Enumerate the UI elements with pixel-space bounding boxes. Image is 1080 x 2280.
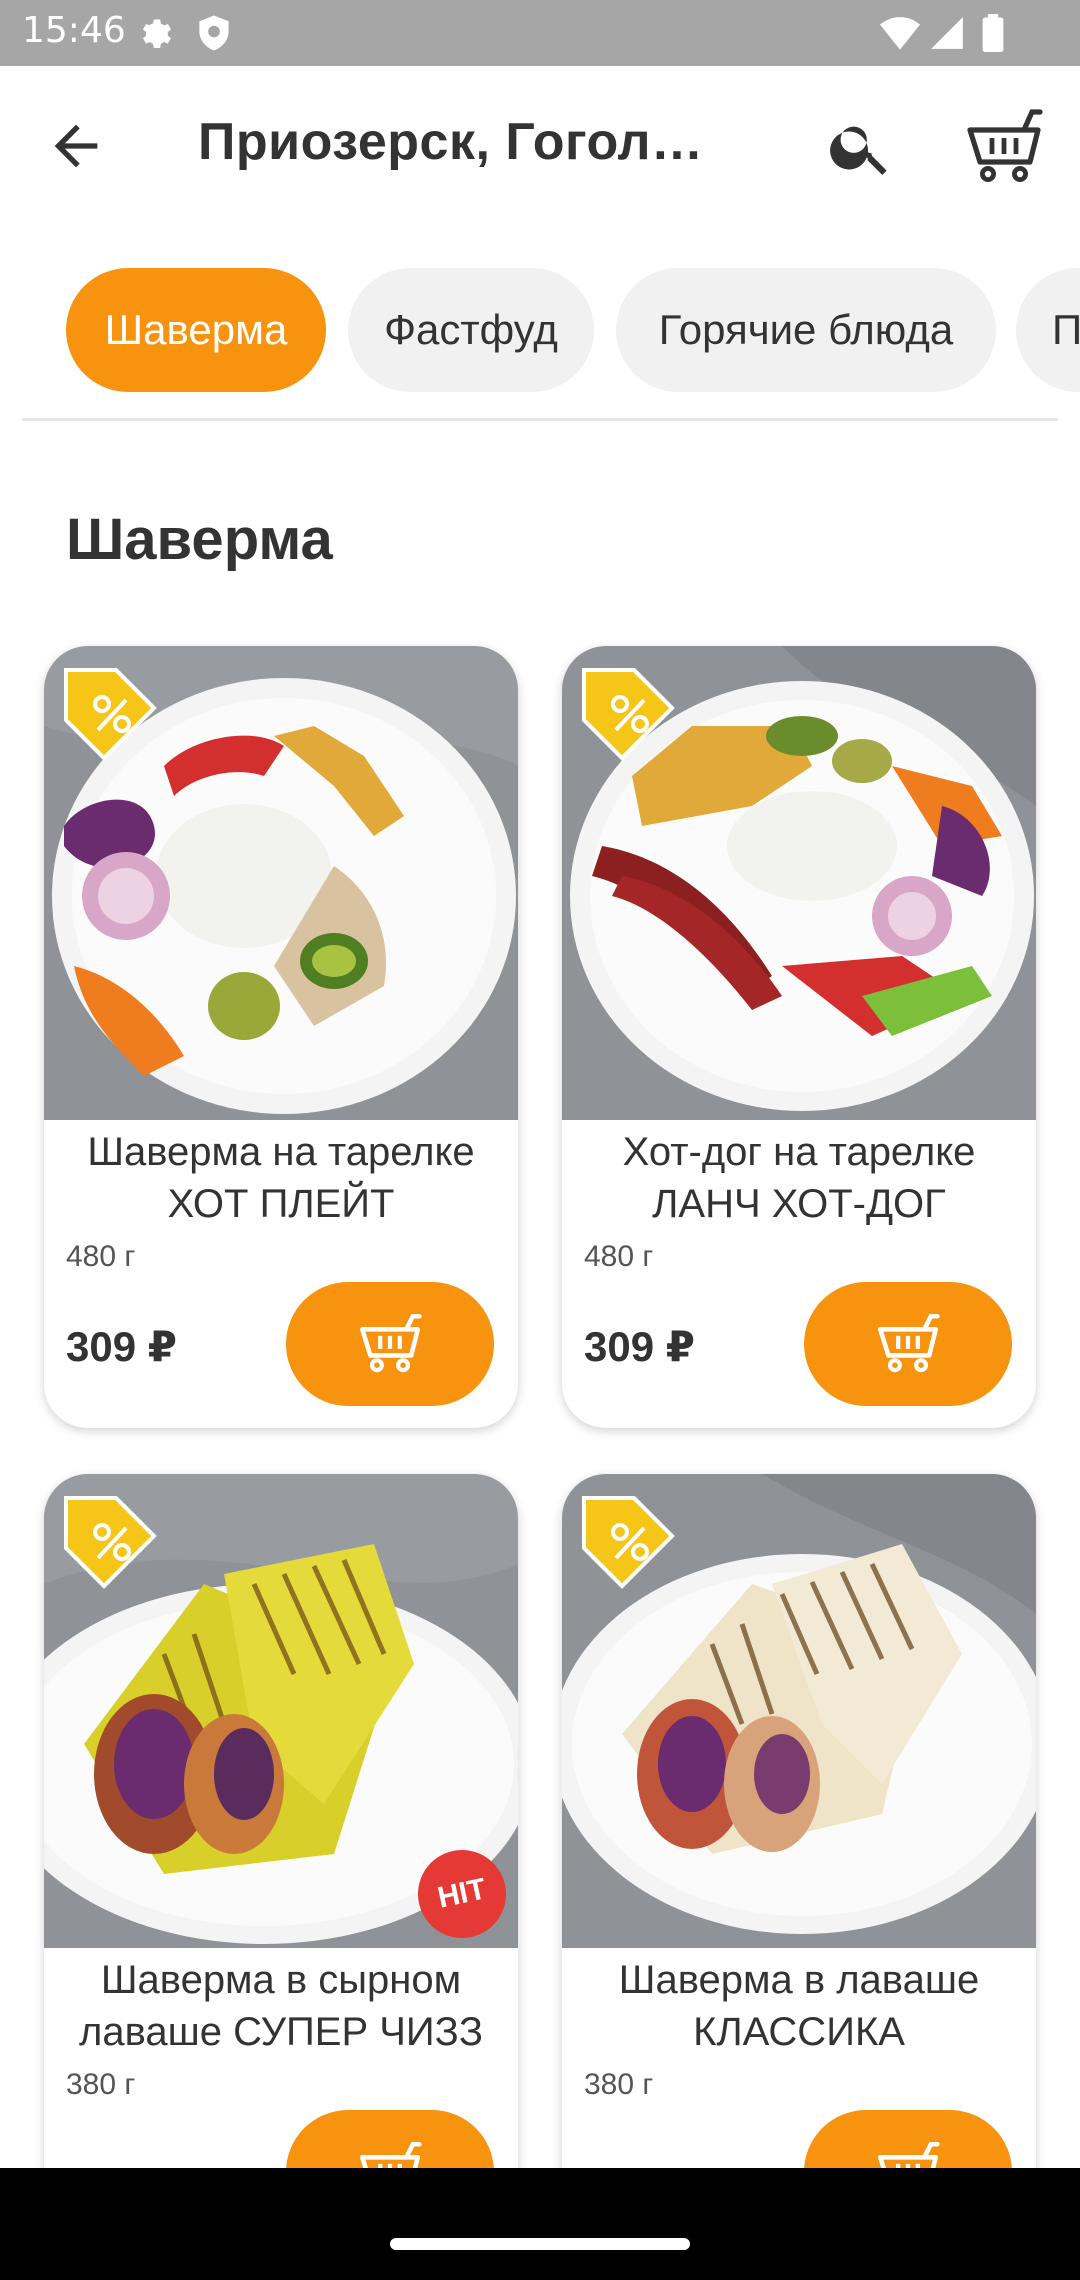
discount-tag-icon <box>64 1496 157 1589</box>
product-card[interactable]: Шаверма в лаваше КЛАССИКА 380 г <box>562 1474 1036 2168</box>
product-card[interactable]: Хот-дог на тарелке ЛАНЧ ХОТ-ДОГ 480 г 30… <box>562 646 1036 1428</box>
section-title: Шаверма <box>66 507 333 572</box>
add-to-cart-button[interactable] <box>804 2110 1012 2168</box>
add-to-cart-button[interactable] <box>286 1282 494 1406</box>
gear-icon <box>142 19 172 49</box>
status-bar: 15:46 <box>0 0 1080 66</box>
battery-icon <box>982 14 1004 52</box>
cart-icon <box>359 2141 422 2168</box>
product-name: Хот-дог на тарелке ЛАНЧ ХОТ-ДОГ <box>622 1130 976 1226</box>
status-time: 15:46 <box>22 10 126 51</box>
home-gesture-handle[interactable] <box>390 2238 690 2250</box>
discount-tag-icon <box>64 668 157 761</box>
tab-hot-dishes[interactable]: Горячие блюда <box>616 268 996 392</box>
add-to-cart-button[interactable] <box>286 2110 494 2168</box>
product-weight: 380 г <box>584 2068 654 2101</box>
product-weight: 480 г <box>66 1240 136 1273</box>
system-nav-bar <box>0 2168 1080 2280</box>
tabs-divider <box>22 418 1058 421</box>
cart-icon[interactable] <box>964 106 1044 186</box>
search-icon[interactable] <box>826 112 896 182</box>
product-name: Шаверма в лаваше КЛАССИКА <box>618 1958 980 2054</box>
category-tabs: Шаверма Фастфуд Горячие блюда П <box>0 268 1080 392</box>
wifi-icon <box>880 17 920 50</box>
cart-icon <box>877 1313 940 1373</box>
discount-tag-icon <box>582 1496 675 1589</box>
product-weight: 480 г <box>584 1240 654 1273</box>
product-weight: 380 г <box>66 2068 136 2101</box>
signal-icon <box>931 17 963 49</box>
tab-shaverma[interactable]: Шаверма <box>66 268 326 392</box>
app-bar: Приозерск, Гогол… <box>0 66 1080 226</box>
product-price: 309 ₽ <box>66 1323 177 1370</box>
product-card[interactable]: Шаверма на тарелке ХОТ ПЛЕЙТ 480 г 309 ₽ <box>44 646 518 1428</box>
product-price: 309 ₽ <box>584 1323 695 1370</box>
page-title: Приозерск, Гогол… <box>198 113 704 171</box>
product-name: Шаверма на тарелке ХОТ ПЛЕЙТ <box>87 1130 475 1226</box>
tab-next[interactable]: П <box>1016 268 1080 392</box>
shield-icon <box>199 15 229 51</box>
cart-icon <box>877 2141 940 2168</box>
add-to-cart-button[interactable] <box>804 1282 1012 1406</box>
discount-tag-icon <box>582 668 675 761</box>
cart-icon <box>359 1313 422 1373</box>
product-card[interactable]: HIT Шаверма в сырном лаваше СУПЕР ЧИЗЗ 3… <box>44 1474 518 2168</box>
tab-fastfood[interactable]: Фастфуд <box>348 268 594 392</box>
arrow-back-icon[interactable] <box>44 114 108 178</box>
product-name: Шаверма в сырном лаваше СУПЕР ЧИЗЗ <box>78 1958 483 2054</box>
